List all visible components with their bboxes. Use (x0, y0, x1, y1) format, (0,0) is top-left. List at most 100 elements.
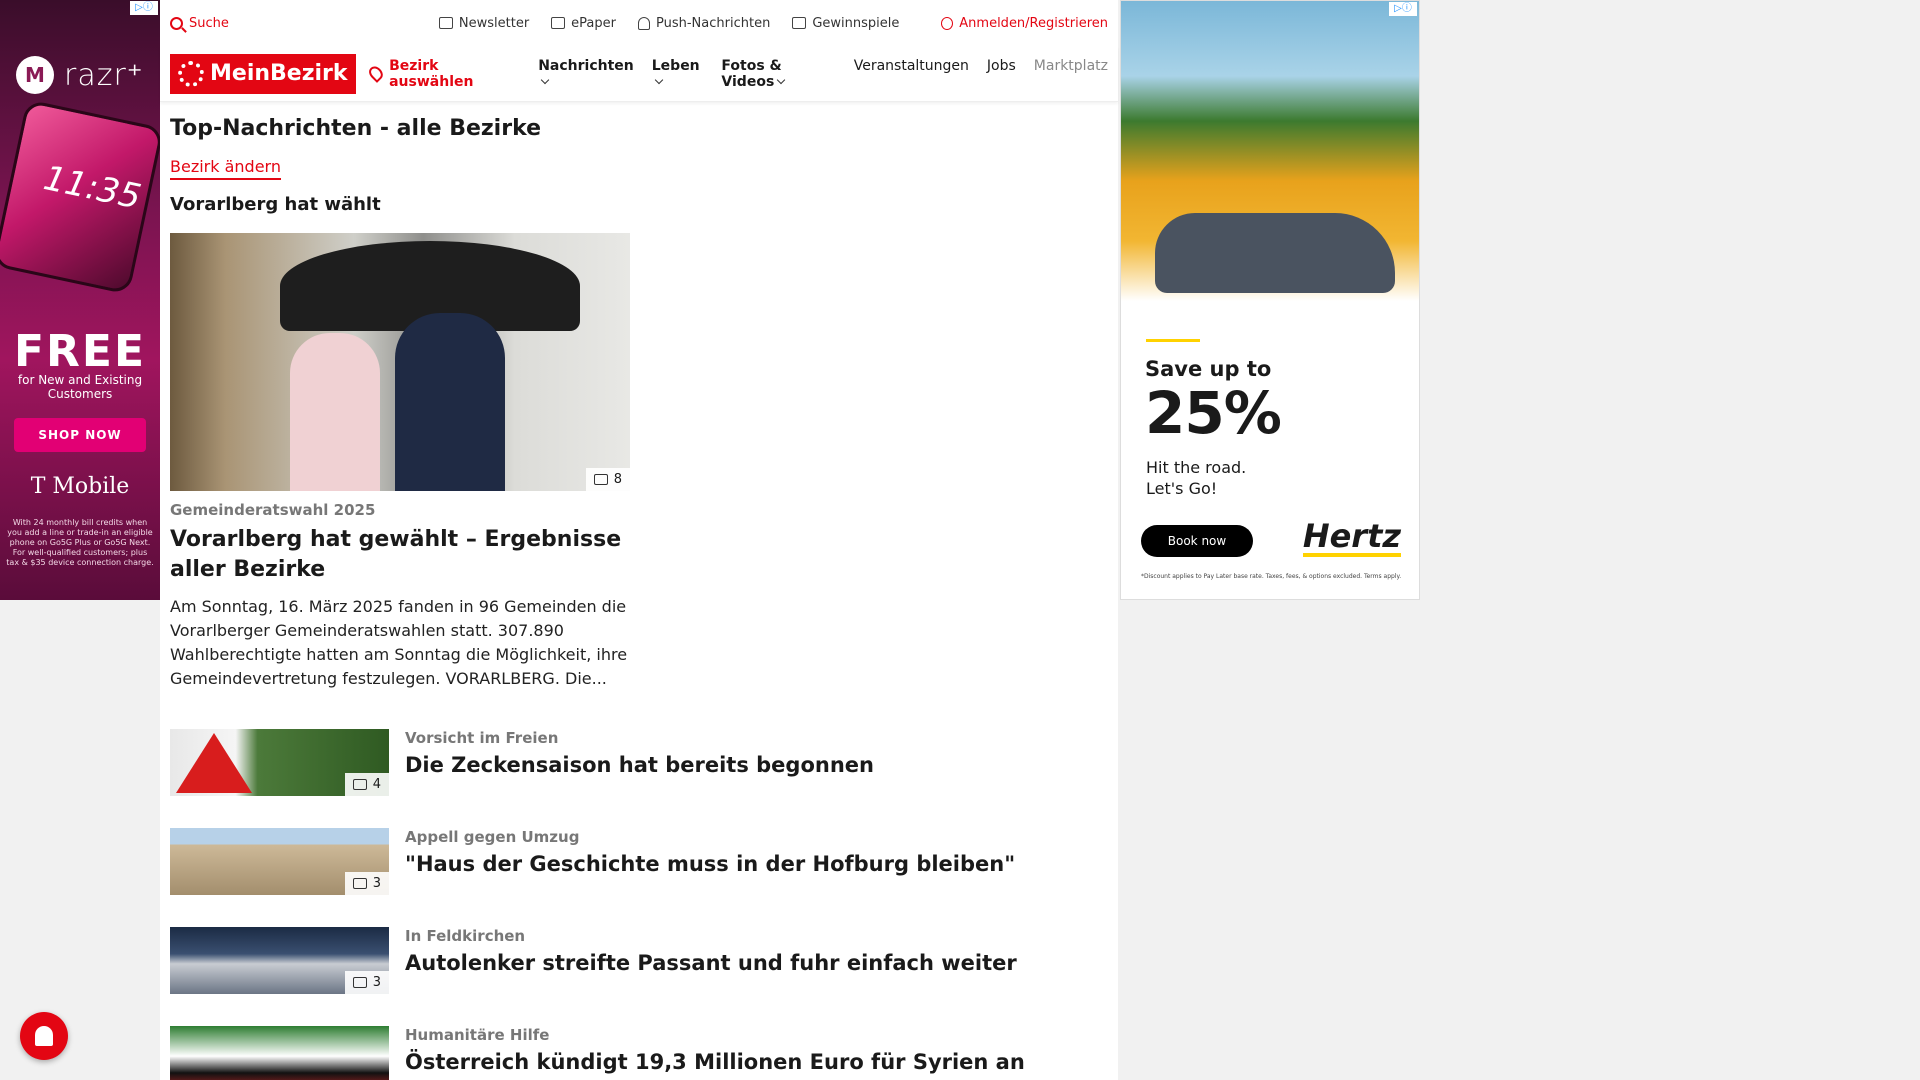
newsletter-link[interactable]: Newsletter (438, 15, 530, 31)
gallery-count: 4 (372, 777, 381, 792)
nav-links: Nachrichten Leben Fotos & Videos Veranst… (538, 58, 1108, 90)
gallery-badge: 3 (344, 971, 389, 994)
article-kicker: Appell gegen Umzug (405, 828, 580, 846)
razr-wordmark: razr⁺ (64, 57, 144, 93)
user-icon (941, 16, 954, 30)
bell-icon (638, 16, 650, 30)
search-icon (170, 16, 183, 30)
select-district-button[interactable]: Bezirk auswählen (365, 57, 521, 90)
chevron-down-icon (540, 75, 550, 84)
article-thumbnail[interactable]: 3 (170, 828, 389, 895)
tmobile-logo: T Mobile (30, 474, 130, 499)
ad-tagline: Hit the road. Let's Go! (1146, 457, 1246, 499)
lead-image[interactable]: 8 (170, 233, 630, 491)
gallery-count: 8 (613, 472, 622, 487)
article-thumbnail[interactable] (170, 1026, 389, 1080)
ad-tagline-2: Let's Go! (1146, 479, 1218, 498)
main-nav: MeinBezirk Bezirk auswählen Nachrichten … (160, 46, 1118, 102)
article-headline[interactable]: Autolenker streifte Passant und fuhr ein… (405, 951, 1017, 975)
lead-teaser: Am Sonntag, 16. März 2025 fanden in 96 G… (170, 597, 628, 688)
list-item[interactable]: 3 Appell gegen Umzug "Haus der Geschicht… (170, 828, 1108, 895)
ad-headline: FREE (13, 326, 147, 377)
search-label: Suche (189, 15, 229, 31)
gallery-icon (352, 779, 367, 790)
epaper-link[interactable]: ePaper (551, 16, 616, 31)
search-link[interactable]: Suche (170, 16, 229, 31)
login-link[interactable]: Anmelden/Registrieren (941, 16, 1108, 31)
warning-sign-shape (176, 733, 252, 793)
newsletter-label: Newsletter (458, 15, 530, 31)
gallery-badge: 3 (344, 872, 389, 895)
list-item[interactable]: Humanitäre Hilfe Österreich kündigt 19,3… (170, 1026, 1108, 1080)
nav-jobs[interactable]: Jobs (987, 58, 1016, 90)
shop-now-button[interactable]: SHOP NOW (14, 418, 146, 452)
gallery-count: 3 (372, 876, 381, 891)
utility-links: Newsletter ePaper Push-Nachrichten Gewin… (438, 15, 899, 31)
prize-icon (792, 17, 807, 29)
nav-fotos-videos[interactable]: Fotos & Videos (721, 58, 835, 90)
gallery-badge: 8 (585, 468, 630, 491)
article-thumbnail[interactable]: 4 (170, 729, 389, 796)
adchoices-icon[interactable]: ▷ⓘ (1389, 2, 1417, 16)
phone-time: 11:35 (40, 158, 145, 218)
motorola-logo: M (16, 56, 54, 94)
nav-fotos-label: Fotos & Videos (721, 57, 782, 90)
content: Top-Nachrichten - alle Bezirke Bezirk än… (160, 116, 1118, 1080)
bell-icon (35, 1026, 53, 1046)
left-ad[interactable]: ▷ⓘ M razr⁺ 11:35 FREE for New and Existi… (0, 0, 160, 600)
page: ▷ⓘ M razr⁺ 11:35 FREE for New and Existi… (0, 0, 1920, 1080)
nav-marktplatz[interactable]: Marktplatz (1034, 58, 1108, 90)
car-image (1155, 213, 1395, 293)
article-text: Humanitäre Hilfe Österreich kündigt 19,3… (405, 1026, 1025, 1080)
article-text: Appell gegen Umzug "Haus der Geschichte … (405, 828, 1015, 895)
location-pin-icon (365, 64, 385, 83)
lead-headline[interactable]: Vorarlberg hat gewählt – Ergebnisse alle… (170, 525, 630, 585)
ad-fine-print: *Discount applies to Pay Later base rate… (1141, 573, 1402, 580)
lead-kicker: Gemeinderatswahl 2025 (170, 501, 376, 519)
article-headline[interactable]: Österreich kündigt 19,3 Millionen Euro f… (405, 1050, 1025, 1074)
article-kicker: Humanitäre Hilfe (405, 1026, 550, 1044)
login-label: Anmelden/Registrieren (959, 15, 1108, 31)
ad-save-text: Save up to (1145, 357, 1272, 381)
newspaper-icon (551, 17, 566, 29)
push-label: Push-Nachrichten (656, 15, 771, 31)
ad-brand: M razr⁺ (16, 56, 144, 94)
article-list: 4 Vorsicht im Freien Die Zeckensaison ha… (170, 729, 1108, 1080)
gallery-icon (352, 977, 367, 988)
article-kicker: Vorsicht im Freien (405, 729, 559, 747)
ad-tagline-1: Hit the road. (1146, 458, 1247, 477)
ad-percent: 25% (1145, 379, 1282, 447)
gewinnspiele-link[interactable]: Gewinnspiele (792, 16, 899, 31)
nav-leben[interactable]: Leben (652, 58, 704, 90)
list-item[interactable]: 4 Vorsicht im Freien Die Zeckensaison ha… (170, 729, 1108, 796)
article-headline[interactable]: "Haus der Geschichte muss in der Hofburg… (405, 852, 1015, 876)
epaper-label: ePaper (571, 15, 616, 31)
logo-text: MeinBezirk (210, 61, 348, 86)
nav-nachrichten[interactable]: Nachrichten (538, 58, 634, 90)
hertz-logo: Hertz (1302, 517, 1401, 557)
change-district-link[interactable]: Bezirk ändern (170, 157, 281, 180)
person-shape (290, 333, 380, 491)
notification-button[interactable] (20, 1012, 68, 1060)
list-item[interactable]: 3 In Feldkirchen Autolenker streifte Pas… (170, 927, 1108, 994)
push-link[interactable]: Push-Nachrichten (638, 16, 770, 31)
adchoices-icon[interactable]: ▷ⓘ (130, 1, 158, 15)
article-thumbnail[interactable]: 3 (170, 927, 389, 994)
select-district-label: Bezirk auswählen (389, 57, 474, 90)
article-text: In Feldkirchen Autolenker streifte Passa… (405, 927, 1017, 994)
site-logo[interactable]: MeinBezirk (170, 53, 356, 94)
chevron-down-icon (777, 75, 786, 84)
lead-article[interactable]: 8 Gemeinderatswahl 2025 Vorarlberg hat g… (170, 233, 630, 691)
nav-nachrichten-label: Nachrichten (538, 57, 634, 74)
ad-subline: for New and Existing Customers (17, 373, 143, 401)
gallery-badge: 4 (344, 773, 389, 796)
accent-line (1146, 339, 1200, 342)
right-ad[interactable]: ▷ⓘ Save up to 25% Hit the road. Let's Go… (1120, 0, 1420, 600)
nav-veranstaltungen[interactable]: Veranstaltungen (854, 58, 969, 90)
ad-fine-print: With 24 monthly bill credits when you ad… (6, 518, 154, 567)
article-headline[interactable]: Die Zeckensaison hat bereits begonnen (405, 753, 874, 777)
book-now-button[interactable]: Book now (1141, 525, 1253, 557)
page-title: Top-Nachrichten - alle Bezirke (170, 116, 542, 141)
mail-icon (438, 17, 453, 29)
person-shape (395, 313, 505, 491)
